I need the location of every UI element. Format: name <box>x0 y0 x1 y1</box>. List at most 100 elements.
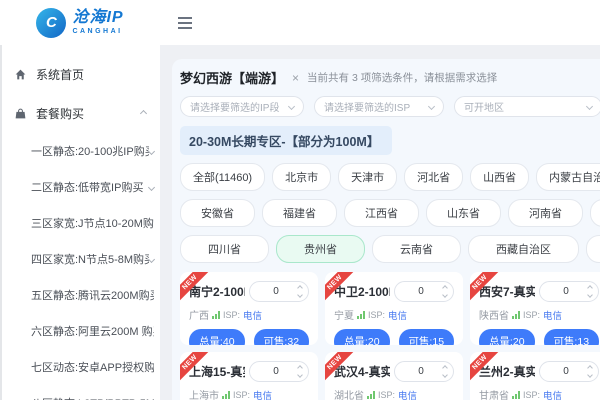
quantity-input[interactable] <box>254 286 298 297</box>
province-label: 上海市 <box>189 391 219 400</box>
quantity-stepper <box>539 361 599 382</box>
signal-bars-icon <box>212 310 220 319</box>
region-filter-button[interactable]: 安徽省 <box>180 199 255 227</box>
sidebar-subitem[interactable]: 四区家宽:N节点5-8M购买 <box>0 241 160 277</box>
region-filter-button[interactable]: 云南省 <box>372 235 461 263</box>
stepper-arrows <box>587 365 593 378</box>
chevron-down-icon <box>287 102 296 111</box>
region-filter-row: 全部(11460)北京市天津市河北省山西省内蒙古自治区 <box>180 163 600 191</box>
region-filter-button[interactable]: 江西省 <box>344 199 419 227</box>
sidebar-subitem[interactable]: 三区家宽:J节点10-20M购买 <box>0 205 160 241</box>
sidebar-item-packages[interactable]: 套餐购买 <box>0 94 160 133</box>
chevron-down-icon[interactable] <box>442 292 448 298</box>
ip-range-select[interactable]: 请选择要筛选的IP段 <box>180 96 304 117</box>
available-button[interactable]: 可售:32 <box>253 329 309 345</box>
available-button[interactable]: 可售:13 <box>543 329 599 345</box>
region-filter-button[interactable]: 福建省 <box>262 199 337 227</box>
sidebar-subitem[interactable]: 二区静态:低带宽IP购买 <box>0 169 160 205</box>
signal-bars-icon <box>512 310 520 319</box>
chevron-down-icon[interactable] <box>297 372 303 378</box>
filter-header: 梦幻西游【端游】 × 当前共有 3 项筛选条件，请根据需求选择 <box>180 68 600 87</box>
sidebar-subitem[interactable]: 八区静态:L2TP/PPTP-5M购买 <box>0 385 160 400</box>
sidebar-subitem-label: 四区家宽:N节点5-8M购买 <box>31 254 149 266</box>
close-icon[interactable]: × <box>292 72 299 84</box>
region-filter-button[interactable]: 陕西省 <box>586 235 600 263</box>
sidebar-subitem-label: 五区静态:腾讯云200M购买 <box>31 290 154 302</box>
quantity-input[interactable] <box>254 366 298 377</box>
quantity-stepper <box>394 361 454 382</box>
stepper-arrows <box>297 285 303 298</box>
product-info-row: 上海市 ISP: 电信 <box>189 387 309 400</box>
section-title: 20-30M长期专区-【部分为100M】 <box>180 126 393 155</box>
region-filter-button[interactable]: 全部(11460) <box>180 163 266 191</box>
product-card: NEW 南宁2-100M 广 <box>180 272 318 345</box>
sidebar-subitem-label: 七区动态:安卓APP授权购买 <box>31 362 154 374</box>
main-content: 梦幻西游【端游】 × 当前共有 3 项筛选条件，请根据需求选择 请选择要筛选的I… <box>160 45 600 400</box>
brand-logo: C 沧海IP CANGHAI <box>0 7 160 38</box>
sidebar-item-home[interactable]: 系统首页 <box>0 55 160 94</box>
sidebar-subitem[interactable]: 五区静态:腾讯云200M购买 <box>0 277 160 313</box>
region-filter-button[interactable]: 内蒙古自治区 <box>536 163 600 191</box>
chevron-down-icon[interactable] <box>587 292 593 298</box>
sidebar-subitem[interactable]: 六区静态:阿里云200M 购买 <box>0 313 160 349</box>
available-button[interactable]: 可售:15 <box>398 329 454 345</box>
region-filter-button[interactable]: 西藏自治区 <box>468 235 579 263</box>
chevron-down-icon[interactable] <box>297 292 303 298</box>
chevron-up-icon[interactable] <box>297 285 303 291</box>
isp-value: 电信 <box>543 310 563 322</box>
region-filter-button[interactable]: 山西省 <box>470 163 530 191</box>
quantity-stepper <box>249 361 309 382</box>
chevron-down-icon <box>147 255 156 263</box>
product-name: 中卫2-100M <box>334 285 390 299</box>
region-filter-button[interactable]: 天津市 <box>338 163 398 191</box>
chevron-up-icon[interactable] <box>297 365 303 371</box>
quantity-input[interactable] <box>399 366 443 377</box>
total-button[interactable]: 总量:20 <box>479 329 535 345</box>
product-name: 上海15-真实100M <box>189 365 245 379</box>
region-filter-button[interactable]: 北京市 <box>272 163 332 191</box>
filter-selects: 请选择要筛选的IP段 请选择要筛选的ISP 可开地区 <box>180 96 600 117</box>
region-filter-button[interactable]: 贵州省 <box>276 235 365 263</box>
chevron-up-icon[interactable] <box>587 365 593 371</box>
chevron-down-icon <box>147 147 156 155</box>
canghai-logo-icon: C <box>36 7 67 38</box>
chevron-down-icon <box>427 102 436 111</box>
isp-label: ISP: <box>368 309 386 320</box>
menu-toggle-icon[interactable] <box>178 16 192 29</box>
quantity-stepper <box>394 281 454 302</box>
isp-label: ISP: <box>523 309 541 320</box>
region-filter-button[interactable]: 河北省 <box>404 163 464 191</box>
quantity-input[interactable] <box>544 366 588 377</box>
product-name: 兰州2-真实100M <box>479 365 535 379</box>
isp-value: 电信 <box>243 310 263 322</box>
stepper-arrows <box>442 285 448 298</box>
product-info-row: 宁夏 ISP: 电信 <box>334 307 454 323</box>
sidebar-subitem-label: 一区静态:20-100兆IP购买 <box>31 146 149 158</box>
province-label: 陕西省 <box>479 311 509 322</box>
quantity-input[interactable] <box>399 286 443 297</box>
chevron-up-icon[interactable] <box>442 365 448 371</box>
sidebar-subitem-label: 二区静态:低带宽IP购买 <box>31 182 144 194</box>
isp-select[interactable]: 请选择要筛选的ISP <box>314 96 444 117</box>
top-bar: C 沧海IP CANGHAI <box>0 0 600 45</box>
sidebar-subitem[interactable]: 七区动态:安卓APP授权购买 <box>0 349 160 385</box>
stepper-arrows <box>297 365 303 378</box>
chevron-down-icon[interactable] <box>587 372 593 378</box>
region-filter-button[interactable]: 山东省 <box>426 199 501 227</box>
quantity-input[interactable] <box>544 286 588 297</box>
region-select[interactable]: 可开地区 <box>454 96 600 117</box>
chevron-up-icon[interactable] <box>442 285 448 291</box>
sidebar-subitem-label: 八区静态:L2TP/PPTP-5M购买 <box>31 395 154 400</box>
region-filter-button[interactable]: 四川省 <box>180 235 269 263</box>
total-button[interactable]: 总量:20 <box>334 329 390 345</box>
region-filter-button[interactable]: 河南省 <box>508 199 583 227</box>
total-button[interactable]: 总量:40 <box>189 329 245 345</box>
game-tag: 梦幻西游【端游】 <box>180 71 285 86</box>
sidebar-scrollbar[interactable] <box>0 45 2 400</box>
sidebar-subitem[interactable]: 一区静态:20-100兆IP购买 <box>0 133 160 169</box>
province-label: 广西 <box>189 311 209 322</box>
filter-notice: 当前共有 3 项筛选条件，请根据需求选择 <box>307 72 498 84</box>
chevron-up-icon[interactable] <box>587 285 593 291</box>
region-filter-button[interactable]: 湖北省 <box>590 199 600 227</box>
chevron-down-icon[interactable] <box>442 372 448 378</box>
